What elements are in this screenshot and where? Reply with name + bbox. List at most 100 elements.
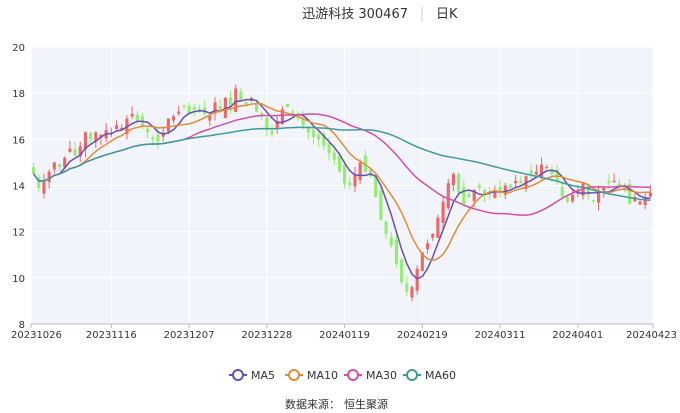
candle-body	[327, 143, 331, 154]
y-tick-label: 10	[12, 274, 25, 285]
candle-body	[425, 243, 430, 250]
candle-body	[177, 111, 181, 114]
candle-body	[254, 104, 259, 112]
x-tick-label: 20231116	[86, 330, 137, 341]
candle-body	[52, 162, 56, 170]
y-tick-label: 20	[12, 43, 25, 54]
candle-body	[560, 187, 564, 198]
candle-body	[182, 105, 186, 108]
legend-label-ma60: MA60	[425, 369, 456, 382]
legend-item-ma10[interactable]: MA10	[285, 369, 338, 382]
legend-label-ma30: MA30	[366, 369, 397, 382]
candle-body	[286, 104, 290, 108]
x-tick-label: 20240401	[552, 330, 603, 341]
candle-body	[462, 187, 466, 204]
x-axis: 20231026 20231116 20231207 20231228 20240119…	[11, 323, 677, 341]
source-label: 数据来源：	[285, 397, 340, 411]
candle-body	[239, 91, 243, 101]
candle-body	[446, 183, 450, 209]
y-axis: 8101214161820	[12, 43, 25, 331]
x-tick-label: 20240119	[319, 330, 370, 341]
source-value: 恒生聚源	[344, 397, 388, 411]
candle-body	[151, 137, 155, 140]
candle-body	[545, 167, 549, 169]
candle-body	[451, 173, 455, 186]
candle-body	[638, 201, 642, 205]
candle-body	[394, 239, 398, 264]
candle-body	[384, 221, 388, 234]
candle-body	[514, 180, 518, 184]
chart-period: 日K	[436, 7, 458, 22]
candle-body	[311, 130, 316, 138]
candle-body	[156, 134, 160, 142]
candle-body	[42, 180, 46, 194]
y-tick-label: 14	[12, 182, 25, 193]
legend: MA5 MA10 MA30 MA60	[229, 369, 456, 382]
candle-body	[477, 185, 481, 188]
candle-body	[353, 173, 357, 187]
candle-body	[436, 217, 440, 238]
candle-body	[73, 149, 77, 156]
candle-body	[612, 180, 616, 183]
candle-body	[57, 164, 62, 168]
candle-body	[648, 192, 652, 197]
candle-body	[410, 287, 414, 298]
y-tick-label: 18	[12, 89, 25, 100]
candle-body	[343, 165, 347, 184]
candle-body	[389, 237, 393, 246]
x-tick-label: 20240219	[397, 330, 448, 341]
y-tick-label: 12	[12, 228, 25, 239]
candle-body	[89, 133, 93, 140]
candle-body	[431, 233, 435, 238]
candle-body	[358, 162, 362, 181]
candle-body	[135, 114, 139, 121]
legend-item-ma5[interactable]: MA5	[229, 369, 275, 382]
candle-body	[166, 118, 170, 132]
candle-body	[68, 148, 72, 152]
x-tick-label: 20240423	[626, 330, 677, 341]
candle-body	[332, 152, 336, 161]
legend-item-ma30[interactable]: MA30	[344, 369, 397, 382]
candle-body	[47, 171, 51, 183]
legend-marker-ma60	[406, 369, 418, 381]
x-tick-label: 20231207	[164, 330, 215, 341]
candle-body	[114, 125, 119, 129]
candle-body	[405, 283, 409, 292]
x-tick-label: 20240311	[475, 330, 526, 341]
candle-body	[379, 190, 383, 221]
candle-body	[192, 107, 196, 110]
candle-body	[534, 171, 538, 175]
candle-body	[244, 102, 248, 105]
legend-label-ma10: MA10	[307, 369, 338, 382]
candle-body	[457, 174, 461, 193]
candle-body	[508, 184, 513, 188]
candle-body	[317, 134, 321, 140]
candle-body	[270, 130, 274, 135]
candle-body	[571, 194, 575, 202]
legend-marker-ma10	[288, 369, 300, 381]
candle-body	[208, 116, 212, 121]
legend-marker-ma30	[347, 369, 359, 381]
candle-body	[146, 128, 150, 133]
y-tick-label: 16	[12, 135, 25, 146]
candle-body	[529, 170, 533, 174]
legend-label-ma5: MA5	[251, 369, 275, 382]
candle-body	[171, 116, 176, 121]
candle-body	[591, 200, 595, 202]
candle-body	[400, 259, 404, 283]
candle-body	[602, 187, 606, 191]
candle-body	[337, 155, 341, 172]
candle-body	[467, 194, 471, 198]
legend-marker-ma5	[232, 369, 244, 381]
stock-kline-chart: 迅游科技 300467 日K 8101214161820 20231026 202…	[11, 7, 677, 411]
x-tick-label: 20231228	[241, 330, 292, 341]
candle-body	[348, 182, 352, 186]
x-tick-label: 20231026	[11, 330, 62, 341]
candle-body	[32, 167, 36, 174]
candle-body	[565, 197, 570, 202]
legend-item-ma60[interactable]: MA60	[403, 369, 456, 382]
candle-body	[607, 180, 611, 184]
candle-body	[441, 201, 445, 223]
chart-title: 迅游科技 300467	[302, 7, 408, 22]
candle-body	[597, 192, 601, 203]
